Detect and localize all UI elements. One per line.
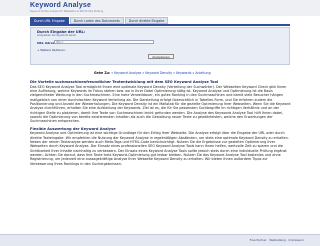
tab-bar: Durch URL Eingabe Durch Laden des Dokume… [30, 17, 169, 24]
tab-direct-input[interactable]: Durch direkte Eingabe [124, 17, 169, 24]
form-hint: Analysieren der Keywords seiner [37, 34, 77, 37]
footer: Free Partner · Webkatalog · Impressum [0, 234, 320, 246]
goto-link-keywords[interactable]: Keywords [176, 71, 191, 75]
section-paragraph: Keyword Analyse und Optimierung ist eine… [30, 131, 289, 166]
site-subtitle: Keyword Dichte Analyse für Webseiten & S… [30, 10, 104, 13]
footer-link-webkatalog[interactable]: Webkatalog [269, 238, 285, 242]
page: Keyword Analyse Keyword Dichte Analyse f… [0, 0, 320, 246]
url-form-panel: Durch Eingabe der URL: Analysieren der K… [30, 27, 290, 65]
tab-upload-document[interactable]: Durch Laden des Dokuments [69, 17, 124, 24]
goto-link-keyword-analyse[interactable]: Keyword Analyse [114, 71, 141, 75]
footer-link-free-partner[interactable]: Free Partner [250, 238, 267, 242]
goto-nav: Gehe Zu: » Keyword Analyse » Keyword Den… [94, 71, 211, 75]
goto-link-anleitung[interactable]: Anleitung [195, 71, 210, 75]
main-content: Die Vorteile suchmaschinenfreundlicher T… [30, 80, 292, 167]
section-paragraph: Das SEO Keyword Analyse Tool ermöglicht … [30, 84, 291, 124]
section-heading: Flexible Auswertung der Keyword Analyse [30, 126, 116, 131]
goto-label: Gehe Zu: [94, 71, 111, 75]
form-title: Durch Eingabe der URL: [37, 29, 86, 34]
tab-underline [30, 24, 290, 26]
tab-url-input[interactable]: Durch URL Eingabe [30, 17, 69, 24]
footer-link-impressum[interactable]: Impressum [288, 238, 304, 242]
header: Keyword Analyse Keyword Dichte Analyse f… [0, 0, 320, 16]
goto-link-keyword-density[interactable]: Keyword Density [145, 71, 172, 75]
section-heading: Die Vorteile suchmaschinenfreundlicher T… [30, 80, 219, 84]
site-logo[interactable]: Keyword Analyse [30, 2, 91, 9]
analyze-button[interactable]: Analysieren [148, 53, 174, 59]
more-options-toggle[interactable]: + Weitere Optionen: [37, 48, 66, 52]
url-input[interactable]: http:// [54, 40, 154, 44]
footer-links: Free Partner · Webkatalog · Impressum [250, 238, 304, 242]
